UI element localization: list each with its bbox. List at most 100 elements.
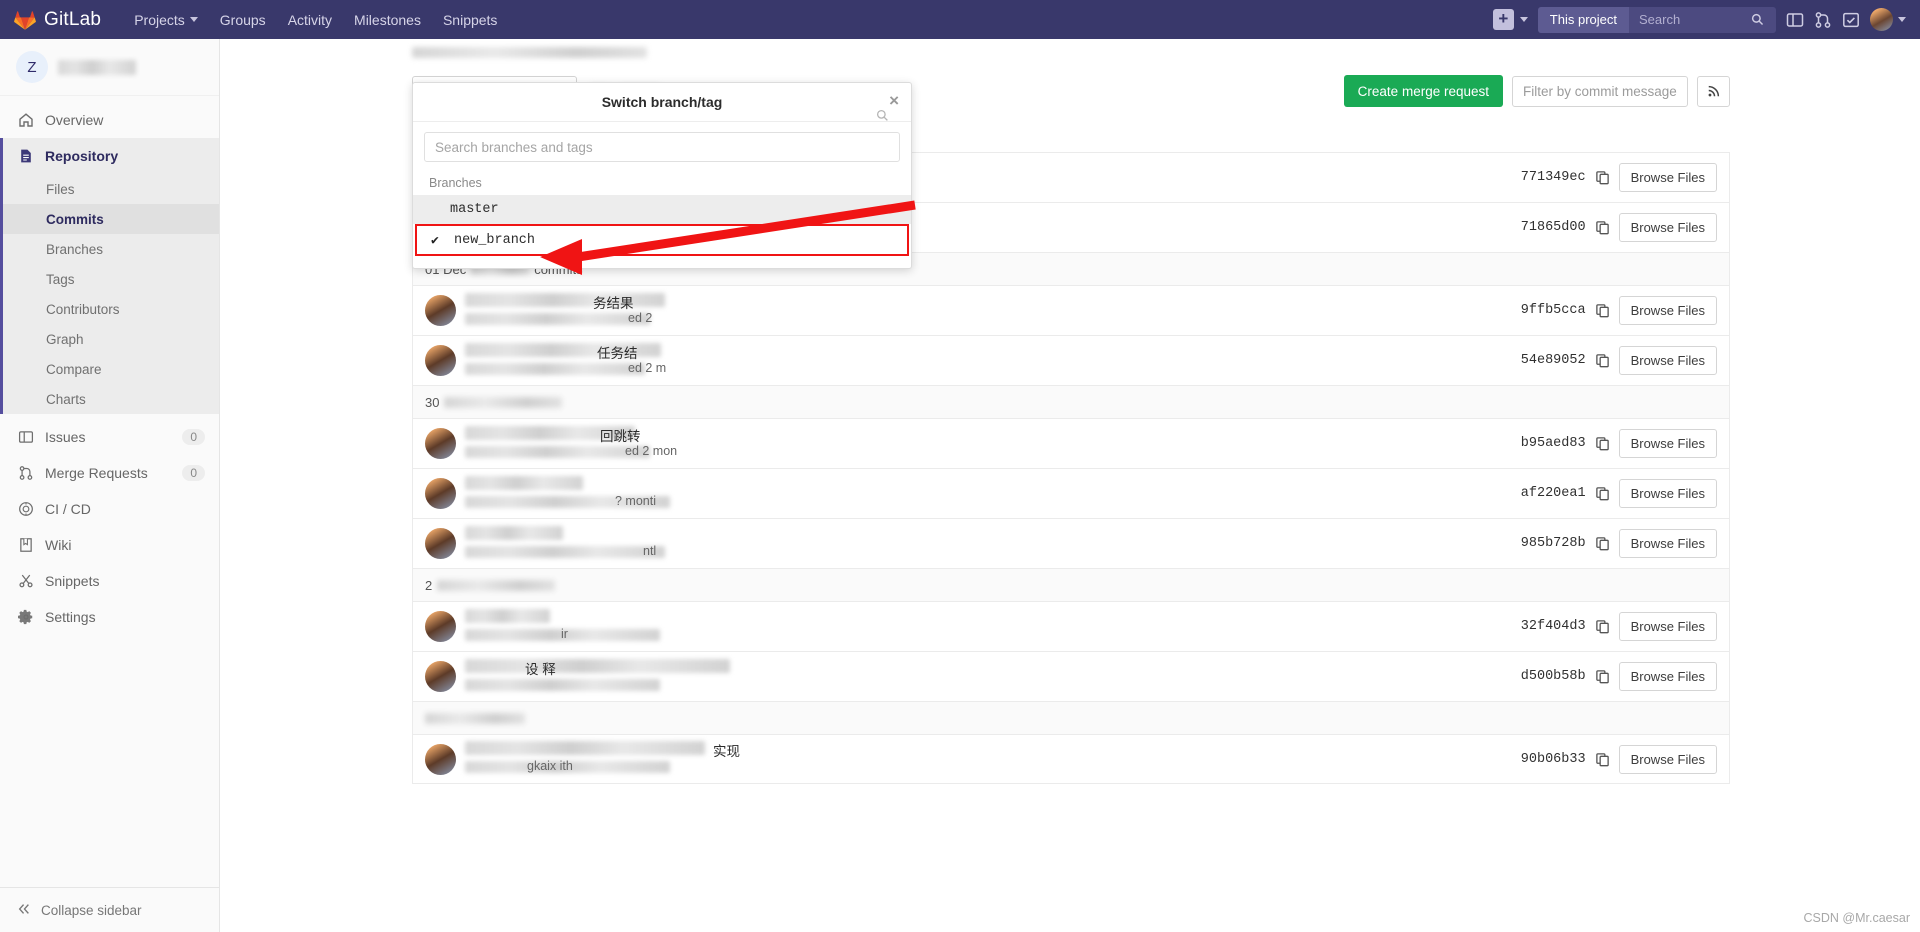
brand-name: GitLab: [44, 8, 102, 30]
branch-option-new-branch[interactable]: ✔ new_branch: [415, 224, 909, 256]
table-row: 务结果 ed 2 9ffb5cca Browse Files: [412, 285, 1730, 335]
sidebar-item-snippets[interactable]: Snippets: [0, 563, 219, 599]
copy-icon[interactable]: [1595, 170, 1610, 185]
copy-icon[interactable]: [1595, 669, 1610, 684]
sidebar-item-ci-cd[interactable]: CI / CD: [0, 491, 219, 527]
user-menu[interactable]: [1870, 8, 1906, 31]
browse-files-button[interactable]: Browse Files: [1618, 213, 1717, 242]
commit-sha[interactable]: 32f404d3: [1521, 619, 1586, 634]
commits-day-header-date: 2: [425, 577, 433, 593]
copy-icon[interactable]: [1595, 436, 1610, 451]
table-row: ? monti af220ea1 Browse Files: [412, 468, 1730, 518]
commit-meta-visible: gkaix ith: [527, 759, 573, 773]
commit-actions: 771349ec Browse Files: [1521, 163, 1717, 192]
table-row: 实现 gkaix ith 90b06b33 Browse Files: [412, 734, 1730, 784]
sidebar-item-charts[interactable]: Charts: [3, 384, 219, 414]
branch-option-master-label: master: [450, 202, 499, 217]
sidebar-item-overview-label: Overview: [45, 112, 104, 128]
filter-commits-input[interactable]: [1512, 75, 1688, 107]
browse-files-button[interactable]: Browse Files: [1618, 529, 1717, 558]
commit-sha[interactable]: 90b06b33: [1521, 752, 1586, 767]
browse-files-button[interactable]: Browse Files: [1618, 662, 1717, 691]
commit-message[interactable]: ? monti: [465, 474, 1521, 514]
sidebar-item-tags[interactable]: Tags: [3, 264, 219, 294]
commit-actions: b95aed83 Browse Files: [1521, 429, 1717, 458]
avatar: [425, 345, 456, 376]
nav-item-milestones[interactable]: Milestones: [343, 2, 432, 38]
copy-icon[interactable]: [1595, 536, 1610, 551]
commit-message[interactable]: 回跳转 ed 2 mon: [465, 424, 1521, 464]
copy-icon[interactable]: [1595, 303, 1610, 318]
copy-icon[interactable]: [1595, 353, 1610, 368]
commit-sha[interactable]: 9ffb5cca: [1521, 303, 1586, 318]
search-scope-this-project[interactable]: This project: [1537, 6, 1629, 33]
nav-item-groups[interactable]: Groups: [209, 2, 277, 38]
commit-sha[interactable]: 71865d00: [1521, 220, 1586, 235]
copy-icon[interactable]: [1595, 220, 1610, 235]
commit-message[interactable]: 任务结 ed 2 m: [465, 341, 1521, 381]
project-avatar: Z: [16, 51, 48, 83]
commit-sha[interactable]: 771349ec: [1521, 170, 1586, 185]
sidebar-item-graph[interactable]: Graph: [3, 324, 219, 354]
sidebar-item-contributors[interactable]: Contributors: [3, 294, 219, 324]
gitlab-commits-page: GitLab Projects Groups Activity Mileston…: [0, 0, 1920, 932]
sidebar-item-compare[interactable]: Compare: [3, 354, 219, 384]
commit-sha[interactable]: b95aed83: [1521, 436, 1586, 451]
commit-message[interactable]: ntl: [465, 524, 1521, 564]
collapse-sidebar-button[interactable]: Collapse sidebar: [0, 887, 219, 932]
nav-item-activity[interactable]: Activity: [277, 2, 343, 38]
issues-board-icon[interactable]: [1786, 11, 1804, 29]
copy-icon[interactable]: [1595, 619, 1610, 634]
commit-sha[interactable]: af220ea1: [1521, 486, 1586, 501]
commit-message[interactable]: 设 释: [465, 657, 1521, 697]
sidebar-item-commits[interactable]: Commits: [3, 204, 219, 234]
chevron-down-icon: [1519, 17, 1528, 22]
plus-icon[interactable]: +: [1492, 9, 1514, 30]
sidebar-item-settings[interactable]: Settings: [0, 599, 219, 635]
sidebar-item-merge-requests[interactable]: Merge Requests 0: [0, 455, 219, 491]
branch-option-master[interactable]: master: [413, 195, 911, 224]
search-input[interactable]: [1639, 12, 1751, 27]
commit-meta-redacted: [465, 445, 650, 458]
browse-files-button[interactable]: Browse Files: [1618, 163, 1717, 192]
browse-files-button[interactable]: Browse Files: [1618, 744, 1717, 774]
search-box[interactable]: [1629, 6, 1776, 33]
new-dropdown[interactable]: +: [1492, 9, 1528, 30]
sidebar-item-branches[interactable]: Branches: [3, 234, 219, 264]
copy-icon[interactable]: [1595, 486, 1610, 501]
browse-files-button[interactable]: Browse Files: [1618, 429, 1717, 458]
branch-search-input[interactable]: [424, 132, 900, 162]
commit-message[interactable]: 实现 gkaix ith: [465, 739, 1521, 779]
commit-message[interactable]: ir: [465, 607, 1521, 647]
create-merge-request-button[interactable]: Create merge request: [1343, 75, 1503, 107]
nav-item-snippets[interactable]: Snippets: [432, 2, 508, 38]
sidebar-item-wiki[interactable]: Wiki: [0, 527, 219, 563]
avatar: [1870, 8, 1893, 31]
sidebar-project-header[interactable]: Z: [0, 39, 219, 96]
browse-files-button[interactable]: Browse Files: [1618, 296, 1717, 325]
copy-icon[interactable]: [1595, 752, 1610, 767]
sidebar-item-files[interactable]: Files: [3, 174, 219, 204]
commit-message[interactable]: 务结果 ed 2: [465, 291, 1521, 331]
commit-sha[interactable]: 54e89052: [1521, 353, 1586, 368]
project-name-redacted: [58, 59, 136, 75]
close-icon[interactable]: ×: [889, 92, 899, 109]
browse-files-button[interactable]: Browse Files: [1618, 612, 1717, 641]
commit-sha[interactable]: d500b58b: [1521, 669, 1586, 684]
nav-item-projects[interactable]: Projects: [123, 2, 209, 38]
top-navigation-bar: GitLab Projects Groups Activity Mileston…: [0, 0, 1920, 39]
nav-item-snippets-label: Snippets: [442, 11, 498, 28]
todos-icon[interactable]: [1842, 11, 1860, 29]
rss-feed-button[interactable]: [1697, 75, 1730, 107]
merge-request-icon[interactable]: [1814, 11, 1832, 29]
sidebar-item-issues[interactable]: Issues 0: [0, 419, 219, 455]
merge-requests-count-badge: 0: [182, 465, 205, 481]
gitlab-brand[interactable]: GitLab: [14, 9, 101, 31]
sidebar-item-repository[interactable]: Repository: [3, 138, 219, 174]
sidebar-item-overview[interactable]: Overview: [0, 102, 219, 138]
watermark: CSDN @Mr.caesar: [1803, 911, 1910, 925]
browse-files-button[interactable]: Browse Files: [1618, 346, 1717, 375]
commits-day-header-extra: [412, 701, 1730, 734]
browse-files-button[interactable]: Browse Files: [1618, 479, 1717, 508]
commit-sha[interactable]: 985b728b: [1521, 536, 1586, 551]
